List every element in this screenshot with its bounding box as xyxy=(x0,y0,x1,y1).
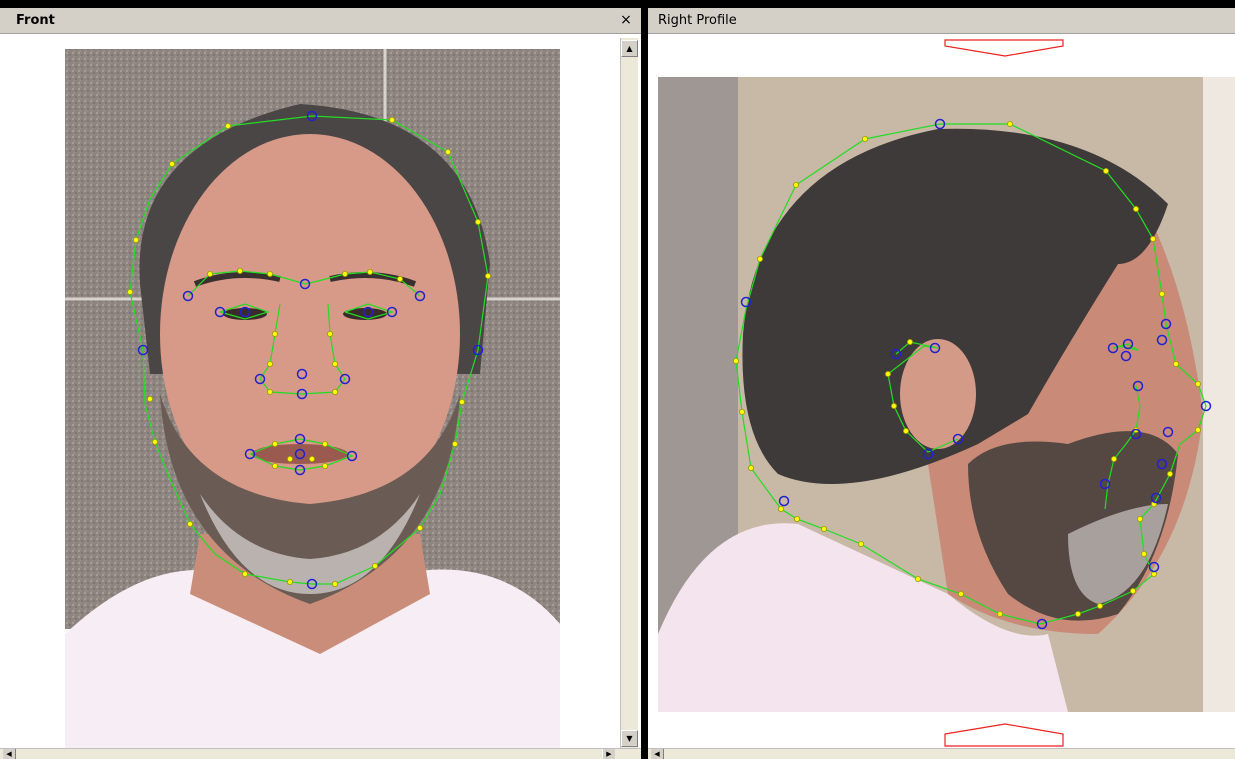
top-position-marker[interactable] xyxy=(944,39,1064,57)
scroll-up-icon[interactable]: ▲ xyxy=(621,40,638,57)
profile-horizontal-scrollbar[interactable]: ◀ xyxy=(648,748,1235,759)
bottom-position-marker[interactable] xyxy=(944,723,1064,747)
scroll-left-icon[interactable]: ◀ xyxy=(3,749,16,759)
profile-image-viewport[interactable] xyxy=(648,34,1235,759)
profile-face-canvas[interactable] xyxy=(648,34,1235,749)
front-title: Front xyxy=(16,13,55,28)
scroll-left-icon[interactable]: ◀ xyxy=(651,749,664,759)
front-face-canvas[interactable] xyxy=(0,34,620,749)
front-horizontal-scrollbar[interactable]: ◀ ▶ xyxy=(0,748,641,759)
front-vertical-scrollbar[interactable]: ▲ ▼ xyxy=(620,38,638,749)
close-icon[interactable]: × xyxy=(617,11,635,29)
profile-title: Right Profile xyxy=(658,13,737,28)
front-view-window: Front × ▲ ▼ ◀ ▶ xyxy=(0,8,641,759)
scroll-down-icon[interactable]: ▼ xyxy=(621,730,638,747)
front-image-viewport[interactable] xyxy=(0,34,619,759)
front-titlebar: Front × xyxy=(0,8,641,34)
scroll-right-icon[interactable]: ▶ xyxy=(602,749,615,759)
profile-titlebar: Right Profile xyxy=(648,8,1235,34)
door-frame xyxy=(1203,77,1235,712)
profile-view-window: Right Profile ◀ xyxy=(648,8,1235,759)
